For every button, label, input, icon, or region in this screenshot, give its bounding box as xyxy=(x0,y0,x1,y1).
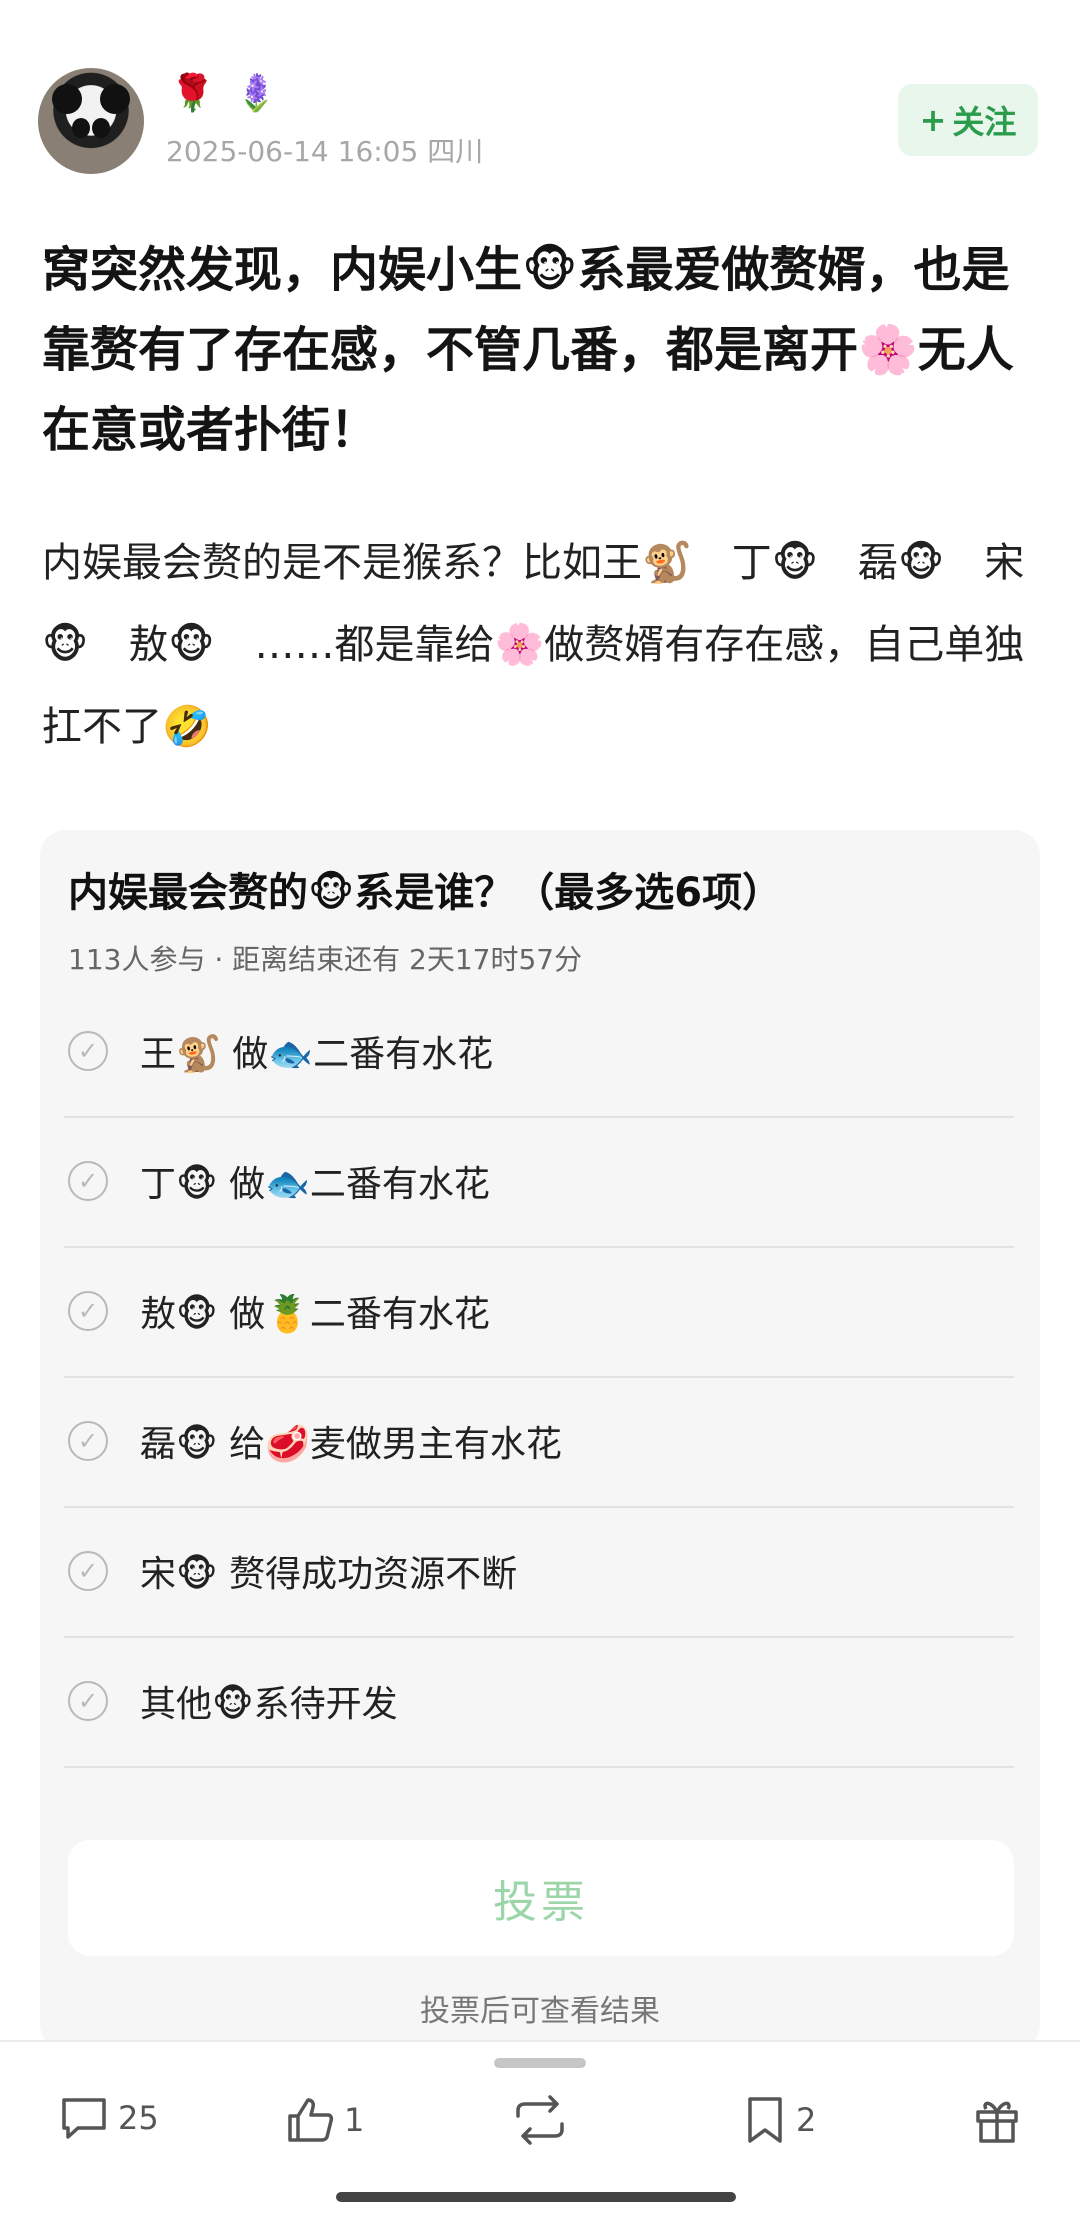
vote-button[interactable]: 投票 xyxy=(68,1840,1014,1956)
check-circle-icon: ✓ xyxy=(68,1161,108,1201)
avatar[interactable] xyxy=(38,68,144,174)
bookmark-count: 2 xyxy=(796,2101,817,2139)
poll-option-label: 磊🐵 给🥩麦做男主有水花 xyxy=(140,1424,562,1465)
panda-eye xyxy=(72,118,90,138)
home-indicator xyxy=(336,2192,736,2202)
post-title: 窝突然发现，内娱小生🐵系最爱做赘婿，也是靠赘有了存在感，不管几番，都是离开🌸无人… xyxy=(42,242,1014,458)
poll-option[interactable]: ✓ 宋🐵 赘得成功资源不断 xyxy=(64,1506,1014,1638)
follow-label: 关注 xyxy=(952,103,1017,141)
repost-button[interactable] xyxy=(510,2094,570,2146)
check-circle-icon: ✓ xyxy=(68,1421,108,1461)
comment-button[interactable]: 25 xyxy=(58,2094,159,2142)
repost-icon xyxy=(516,2095,564,2145)
bookmark-icon xyxy=(748,2097,782,2143)
poll-option-label: 其他🐵系待开发 xyxy=(140,1684,398,1725)
poll-question: 内娱最会赘的🐵系是谁？（最多选6项） xyxy=(68,870,783,916)
comment-count: 25 xyxy=(118,2099,159,2137)
poll-option[interactable]: ✓ 王🐒 做🐟二番有水花 xyxy=(64,986,1014,1118)
user-badges: 🌹 🪻 xyxy=(170,73,284,114)
poll-option-label: 宋🐵 赘得成功资源不断 xyxy=(140,1554,518,1595)
post-meta: 2025-06-14 16:05 四川 xyxy=(166,135,484,168)
poll-option[interactable]: ✓ 其他🐵系待开发 xyxy=(64,1636,1014,1768)
follow-button[interactable]: + 关注 xyxy=(898,84,1038,156)
panda-eye xyxy=(92,118,110,138)
poll-option[interactable]: ✓ 丁🐵 做🐟二番有水花 xyxy=(64,1116,1014,1248)
poll-option-label: 敖🐵 做🍍二番有水花 xyxy=(140,1294,490,1335)
check-circle-icon: ✓ xyxy=(68,1291,108,1331)
bookmark-button[interactable]: 2 xyxy=(742,2094,816,2146)
poll-option[interactable]: ✓ 敖🐵 做🍍二番有水花 xyxy=(64,1246,1014,1378)
poll-option-label: 王🐒 做🐟二番有水花 xyxy=(140,1034,494,1075)
panda-ear xyxy=(100,84,130,114)
action-bar: 25 1 2 xyxy=(0,2040,1080,2215)
plus-icon: + xyxy=(919,101,947,139)
vote-note: 投票后可查看结果 xyxy=(420,1994,660,2029)
like-count: 1 xyxy=(344,2101,365,2139)
poll-option[interactable]: ✓ 磊🐵 给🥩麦做男主有水花 xyxy=(64,1376,1014,1508)
poll-info: 113人参与 · 距离结束还有 2天17时57分 xyxy=(68,943,583,976)
check-circle-icon: ✓ xyxy=(68,1551,108,1591)
comment-icon xyxy=(62,2098,106,2139)
check-circle-icon: ✓ xyxy=(68,1681,108,1721)
post-body: 内娱最会赘的是不是猴系？比如王🐒 丁🐵 磊🐵 宋🐵 敖🐵 ……都是靠给🌸做赘婿有… xyxy=(42,540,1025,750)
poll-option-label: 丁🐵 做🐟二番有水花 xyxy=(140,1164,490,1205)
thumbs-up-icon xyxy=(288,2098,334,2142)
gift-button[interactable] xyxy=(972,2094,1022,2146)
drag-handle[interactable] xyxy=(494,2058,586,2068)
gift-icon xyxy=(976,2101,1018,2143)
like-button[interactable]: 1 xyxy=(284,2094,364,2146)
panda-ear xyxy=(52,84,82,114)
check-circle-icon: ✓ xyxy=(68,1031,108,1071)
poll-card: 内娱最会赘的🐵系是谁？（最多选6项） 113人参与 · 距离结束还有 2天17时… xyxy=(40,830,1040,2050)
